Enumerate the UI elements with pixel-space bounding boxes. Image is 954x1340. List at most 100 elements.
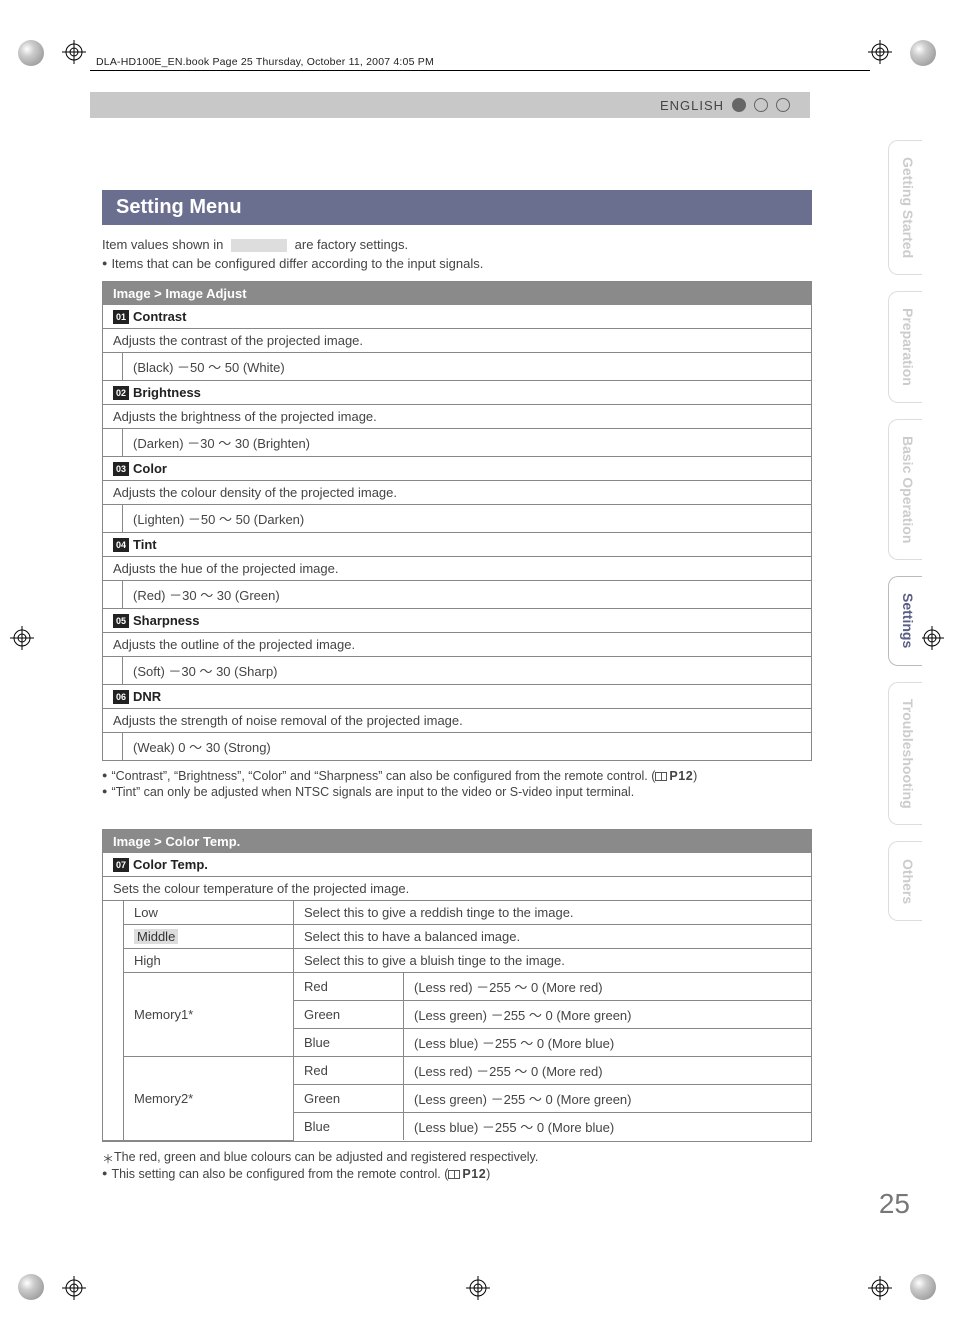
channel-green-label: Green [294, 1001, 404, 1029]
registration-mark-icon [10, 626, 34, 650]
print-corner-orb [910, 40, 936, 66]
page-number: 25 [879, 1188, 910, 1220]
setting-title: Color Temp. [133, 857, 208, 872]
setting-range: (Weak) 0 ～ 30 (Strong) [123, 733, 281, 760]
setting-desc: Adjusts the brightness of the projected … [103, 404, 811, 428]
print-corner-orb [18, 40, 44, 66]
channel-blue-range: (Less blue) －255 ～ 0 (More blue) [404, 1029, 812, 1057]
setting-row-colortemp: 07 Color Temp. [103, 853, 811, 876]
section-title: Setting Menu [102, 190, 812, 225]
color-temp-table: Image > Color Temp. 07 Color Temp. Sets … [102, 829, 812, 1142]
footnote-text: This setting can also be configured from… [111, 1167, 448, 1181]
lang-dot-empty-icon [776, 98, 790, 112]
registration-mark-icon [466, 1276, 490, 1300]
setting-range-row: (Black) －50 ～ 50 (White) [103, 352, 811, 380]
setting-range-row: (Red) －30 ～ 30 (Green) [103, 580, 811, 608]
option-low-desc: Select this to give a reddish tinge to t… [294, 901, 812, 925]
print-header-text: DLA-HD100E_EN.book Page 25 Thursday, Oct… [96, 56, 434, 68]
channel-green-range: (Less green) －255 ～ 0 (More green) [404, 1085, 812, 1113]
side-tab-settings[interactable]: Settings [888, 576, 922, 665]
setting-num-icon: 02 [113, 386, 129, 400]
registration-mark-icon [868, 1276, 892, 1300]
side-tab-bar: Getting Started Preparation Basic Operat… [888, 140, 922, 921]
factory-note-prefix: Item values shown in [102, 237, 223, 252]
color-temp-header: Image > Color Temp. [103, 830, 811, 853]
setting-row-dnr: 06 DNR [103, 684, 811, 708]
print-corner-orb [910, 1274, 936, 1300]
setting-title: Sharpness [133, 613, 199, 628]
side-tab-troubleshooting[interactable]: Troubleshooting [888, 682, 922, 826]
setting-desc: Adjusts the colour density of the projec… [103, 480, 811, 504]
setting-title: Contrast [133, 309, 186, 324]
setting-title: Tint [133, 537, 157, 552]
registration-mark-icon [868, 40, 892, 64]
setting-row-contrast: 01 Contrast [103, 305, 811, 328]
option-middle-desc: Select this to have a balanced image. [294, 925, 812, 949]
option-low-label: Low [124, 901, 294, 925]
factory-swatch-icon [231, 239, 287, 252]
channel-blue-label: Blue [294, 1113, 404, 1141]
setting-num-icon: 03 [113, 462, 129, 476]
image-adjust-footnotes: “Contrast”, “Brightness”, “Color” and “S… [102, 769, 812, 799]
channel-red-range: (Less red) －255 ～ 0 (More red) [404, 973, 812, 1001]
setting-num-icon: 06 [113, 690, 129, 704]
print-corner-orb [18, 1274, 44, 1300]
color-temp-footnotes: ＊The red, green and blue colours can be … [102, 1150, 812, 1181]
setting-range: (Soft) －30 ～ 30 (Sharp) [123, 657, 288, 684]
signals-note: Items that can be configured differ acco… [102, 256, 812, 271]
option-middle-label: Middle [124, 925, 294, 949]
image-adjust-header: Image > Image Adjust [103, 282, 811, 305]
setting-desc: Adjusts the strength of noise removal of… [103, 708, 811, 732]
color-temp-options-grid: Low Select this to give a reddish tinge … [103, 900, 811, 1141]
factory-note: Item values shown in are factory setting… [102, 237, 812, 252]
side-tab-basic-operation[interactable]: Basic Operation [888, 419, 922, 560]
setting-row-brightness: 02 Brightness [103, 380, 811, 404]
lang-dot-empty-icon [754, 98, 768, 112]
factory-note-suffix: are factory settings. [295, 237, 408, 252]
setting-desc: Adjusts the contrast of the projected im… [103, 328, 811, 352]
footnote-asterisk: ＊The red, green and blue colours can be … [102, 1150, 812, 1167]
setting-desc: Adjusts the outline of the projected ima… [103, 632, 811, 656]
channel-red-range: (Less red) －255 ～ 0 (More red) [404, 1057, 812, 1085]
setting-row-tint: 04 Tint [103, 532, 811, 556]
side-tab-preparation[interactable]: Preparation [888, 291, 922, 403]
setting-range: (Darken) －30 ～ 30 (Brighten) [123, 429, 320, 456]
channel-green-label: Green [294, 1085, 404, 1113]
side-tab-getting-started[interactable]: Getting Started [888, 140, 922, 275]
setting-num-icon: 05 [113, 614, 129, 628]
channel-red-label: Red [294, 973, 404, 1001]
option-high-label: High [124, 949, 294, 973]
channel-blue-range: (Less blue) －255 ～ 0 (More blue) [404, 1113, 812, 1141]
setting-range-row: (Darken) －30 ～ 30 (Brighten) [103, 428, 811, 456]
option-memory2-label: Memory2* [124, 1057, 294, 1141]
setting-num-icon: 04 [113, 538, 129, 552]
language-indicator: ENGLISH [660, 92, 790, 118]
page-ref: P12 [669, 769, 693, 783]
lang-dot-filled-icon [732, 98, 746, 112]
footnote-text: “Contrast”, “Brightness”, “Color” and “S… [111, 769, 655, 783]
footnote-text: “Tint” can only be adjusted when NTSC si… [102, 785, 812, 799]
setting-range-row: (Weak) 0 ～ 30 (Strong) [103, 732, 811, 760]
registration-mark-icon [62, 1276, 86, 1300]
registration-mark-icon [920, 626, 944, 650]
channel-green-range: (Less green) －255 ～ 0 (More green) [404, 1001, 812, 1029]
page-content: Setting Menu Item values shown in are fa… [102, 190, 812, 1183]
setting-desc: Sets the colour temperature of the proje… [103, 876, 811, 900]
setting-range-row: (Soft) －30 ～ 30 (Sharp) [103, 656, 811, 684]
image-adjust-table: Image > Image Adjust 01 Contrast Adjusts… [102, 281, 812, 761]
side-tab-others[interactable]: Others [888, 841, 922, 921]
channel-red-label: Red [294, 1057, 404, 1085]
option-memory1-label: Memory1* [124, 973, 294, 1057]
setting-num-icon: 01 [113, 310, 129, 324]
setting-range: (Lighten) －50 ～ 50 (Darken) [123, 505, 314, 532]
page-ref-icon [448, 1170, 460, 1179]
setting-num-icon: 07 [113, 858, 129, 872]
setting-row-color: 03 Color [103, 456, 811, 480]
setting-row-sharpness: 05 Sharpness [103, 608, 811, 632]
setting-desc: Adjusts the hue of the projected image. [103, 556, 811, 580]
setting-range: (Red) －30 ～ 30 (Green) [123, 581, 290, 608]
option-high-desc: Select this to give a bluish tinge to th… [294, 949, 812, 973]
setting-title: Brightness [133, 385, 201, 400]
setting-title: Color [133, 461, 167, 476]
registration-mark-icon [62, 40, 86, 64]
